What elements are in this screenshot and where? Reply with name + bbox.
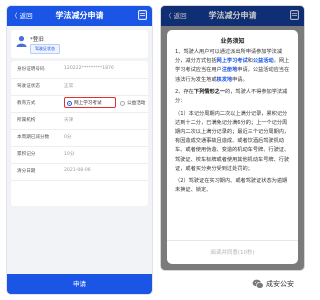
form-row-license-status: 驾驶证状态 正常 <box>11 78 148 96</box>
app-header: 〈 返回 学法减分申请 <box>7 6 152 26</box>
current-score-label: 累积记分 <box>17 152 36 157</box>
notice-paragraph-4: （2）驾驶证在实习期内、或者驾驶证状态为逾期未换证、锁定、 <box>175 178 288 194</box>
modal-title: 业务须知 <box>220 38 245 45</box>
notice-text: 申请。 <box>232 76 248 83</box>
watermark-text: 成安公安 <box>266 280 294 288</box>
score-label: 本周期已减分数 <box>17 135 50 140</box>
notice-highlight: 注册地 <box>221 67 238 74</box>
notice-emphasis: 下列情形之一 <box>193 89 226 95</box>
modal-body[interactable]: 1、驾驶人用户可以通过派出所申请参加学法减分，减分方式包括网上学习考试和公益活动… <box>175 48 290 236</box>
org-value: 天津 <box>64 118 74 123</box>
date-value: 2021-08-06 <box>64 168 91 173</box>
online-study-radio[interactable] <box>67 101 72 106</box>
form-row-id: 身份证明号码 120222*********1876 <box>11 61 148 79</box>
page-title: 学法减分申请 <box>208 11 257 20</box>
public-welfare-label[interactable]: 公益活动 <box>127 100 145 106</box>
license-status-value: 正常 <box>64 84 74 89</box>
notice-paragraph-1: 1、驾驶人用户可以通过派出所申请参加学法减分，减分方式包括网上学习考试和公益活动… <box>175 48 290 85</box>
notice-highlight: 核发地 <box>216 76 233 83</box>
license-status-label: 驾驶证状态 <box>17 84 40 89</box>
right-phone-screen: 〈 返回 学法减分申请 业务须知 1、驾驶人用户可以通过派出所申请参加学法减分，… <box>160 5 305 271</box>
wechat-icon <box>252 279 264 289</box>
document-icon[interactable] <box>290 10 299 20</box>
education-label: 教育方式 <box>17 101 36 106</box>
form-row-score: 本周期已减分数 0分 <box>11 129 148 147</box>
form-row-org: 所属机构 天津 <box>11 112 148 130</box>
current-score-value: 10分 <box>64 152 75 157</box>
left-phone-screen: 〈 返回 学法减分申请 *登旧 驾驶证状态 身份证明号码 120222*****… <box>6 5 153 295</box>
form-row-points: 累积记分 10分 <box>11 146 148 164</box>
notice-paragraph-3: （1）本记分周期内二次以上满分记录，累积记分达到十二分，已满免记分满6分的；上一… <box>175 110 290 172</box>
public-welfare-radio[interactable] <box>120 101 125 106</box>
notice-paragraph-2: 2、存在下列情形之一的，驾驶人不得参加学法减分： <box>175 88 290 106</box>
notice-text: 2、存在 <box>175 89 194 95</box>
score-value: 0分 <box>64 135 72 140</box>
license-status-badge: 驾驶证状态 <box>30 44 60 54</box>
user-card: *登旧 驾驶证状态 <box>11 30 148 58</box>
application-form: 身份证明号码 120222*********1876 驾驶证状态 正常 教育方式… <box>11 61 148 206</box>
document-icon[interactable] <box>138 10 147 20</box>
user-name: *登旧 <box>30 37 44 43</box>
notice-highlight: 公益活动 <box>252 58 274 65</box>
form-row-date: 清分日期 2021-08-06 <box>11 163 148 181</box>
app-header-dimmed: 〈 返回 学法减分申请 <box>161 6 304 26</box>
apply-button[interactable]: 申请 <box>7 274 152 294</box>
id-value: 120222*********1876 <box>64 66 114 71</box>
date-label: 清分日期 <box>17 169 36 174</box>
org-label: 所属机构 <box>17 118 36 123</box>
form-row-education: 教育方式 网上学习考试 公益活动 <box>11 95 148 113</box>
online-study-label[interactable]: 网上学习考试 <box>74 100 102 106</box>
notice-highlight: 网上学习考试 <box>216 58 248 65</box>
user-avatar-icon <box>16 36 27 47</box>
read-agree-button[interactable]: 阅读并同意(10秒) <box>167 240 298 265</box>
id-label: 身份证明号码 <box>17 67 45 72</box>
page-title: 学法减分申请 <box>55 11 104 20</box>
business-notice-modal: 业务须知 1、驾驶人用户可以通过派出所申请参加学法减分，减分方式包括网上学习考试… <box>167 30 298 264</box>
